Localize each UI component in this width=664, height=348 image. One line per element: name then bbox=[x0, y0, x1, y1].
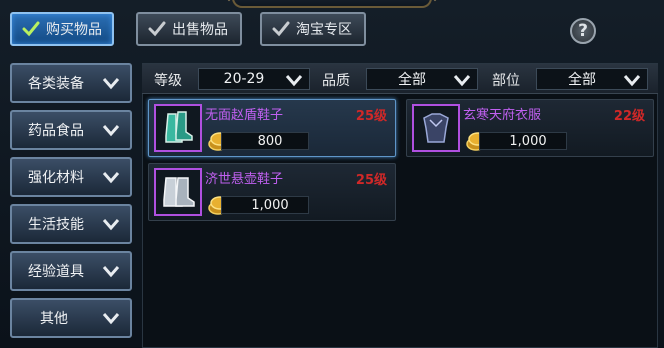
chevron-down-icon bbox=[102, 78, 120, 90]
chevron-down-icon bbox=[285, 75, 303, 87]
item-price-value: 800 bbox=[257, 133, 283, 149]
slot-filter-label: 部位 bbox=[492, 73, 520, 89]
chevron-down-icon bbox=[623, 75, 641, 87]
boots-white-icon bbox=[163, 177, 195, 207]
item-name: 玄寒天府衣服 bbox=[463, 108, 542, 123]
chevron-down-icon bbox=[102, 125, 120, 137]
check-icon bbox=[272, 21, 290, 37]
item-price-value: 1,000 bbox=[251, 197, 289, 213]
item-price: 800 bbox=[221, 132, 309, 150]
sidebar-item-label: 生活技能 bbox=[28, 217, 84, 233]
item-name: 无面赵盾鞋子 bbox=[205, 108, 284, 123]
level-select-value: 20-29 bbox=[223, 71, 265, 87]
level-select[interactable]: 20-29 bbox=[198, 68, 310, 90]
chevron-down-icon bbox=[102, 219, 120, 231]
chevron-down-icon bbox=[102, 313, 120, 325]
tab-taobao-label: 淘宝专区 bbox=[296, 22, 352, 38]
item-thumbnail bbox=[154, 168, 202, 216]
sidebar-item-label: 强化材料 bbox=[28, 170, 84, 186]
item-price: 1,000 bbox=[221, 196, 309, 214]
shop-window: 购买物品 出售物品 淘宝专区 ? 各类装备 药品食品 强化材料 生活技能 经验道… bbox=[0, 0, 664, 348]
item-level: 25级 bbox=[355, 173, 387, 188]
check-icon bbox=[22, 21, 40, 37]
sidebar-item-enhance-materials[interactable]: 强化材料 bbox=[10, 157, 132, 197]
sidebar-item-label: 药品食品 bbox=[28, 123, 84, 139]
help-icon[interactable]: ? bbox=[570, 18, 596, 44]
item-level: 22级 bbox=[613, 109, 645, 124]
sidebar-item-medicine-food[interactable]: 药品食品 bbox=[10, 110, 132, 150]
tab-sell[interactable]: 出售物品 bbox=[136, 12, 242, 46]
sidebar-item-label: 其他 bbox=[40, 311, 68, 327]
quality-select[interactable]: 全部 bbox=[366, 68, 478, 90]
item-price: 1,000 bbox=[479, 132, 567, 150]
sidebar-item-other[interactable]: 其他 bbox=[10, 298, 132, 338]
tab-buy[interactable]: 购买物品 bbox=[10, 12, 114, 46]
sidebar-item-life-skills[interactable]: 生活技能 bbox=[10, 204, 132, 244]
item-card[interactable]: 济世悬壶鞋子 25级 1,000 bbox=[148, 163, 396, 221]
tab-buy-label: 购买物品 bbox=[46, 22, 102, 38]
check-icon bbox=[148, 21, 166, 37]
item-thumbnail bbox=[154, 104, 202, 152]
sidebar-item-equipment[interactable]: 各类装备 bbox=[10, 63, 132, 103]
chevron-down-icon bbox=[453, 75, 471, 87]
tab-sell-label: 出售物品 bbox=[172, 22, 228, 38]
item-card[interactable]: 无面赵盾鞋子 25级 800 bbox=[148, 99, 396, 157]
item-level: 25级 bbox=[355, 109, 387, 124]
sidebar-item-label: 经验道具 bbox=[28, 264, 84, 280]
chevron-down-icon bbox=[102, 172, 120, 184]
tab-taobao[interactable]: 淘宝专区 bbox=[260, 12, 366, 46]
quality-select-value: 全部 bbox=[398, 72, 426, 88]
slot-select-value: 全部 bbox=[568, 72, 596, 88]
level-filter-label: 等级 bbox=[154, 73, 182, 89]
armor-dark-icon bbox=[423, 113, 449, 143]
item-thumbnail bbox=[412, 104, 460, 152]
item-card[interactable]: 玄寒天府衣服 22级 1,000 bbox=[406, 99, 654, 157]
boots-green-icon bbox=[165, 111, 193, 143]
item-name: 济世悬壶鞋子 bbox=[205, 172, 284, 187]
item-price-value: 1,000 bbox=[509, 133, 547, 149]
quality-filter-label: 品质 bbox=[322, 73, 350, 89]
sidebar-item-exp-items[interactable]: 经验道具 bbox=[10, 251, 132, 291]
window-title-ornament bbox=[232, 0, 432, 8]
sidebar-item-label: 各类装备 bbox=[28, 76, 84, 92]
chevron-down-icon bbox=[102, 266, 120, 278]
slot-select[interactable]: 全部 bbox=[536, 68, 648, 90]
